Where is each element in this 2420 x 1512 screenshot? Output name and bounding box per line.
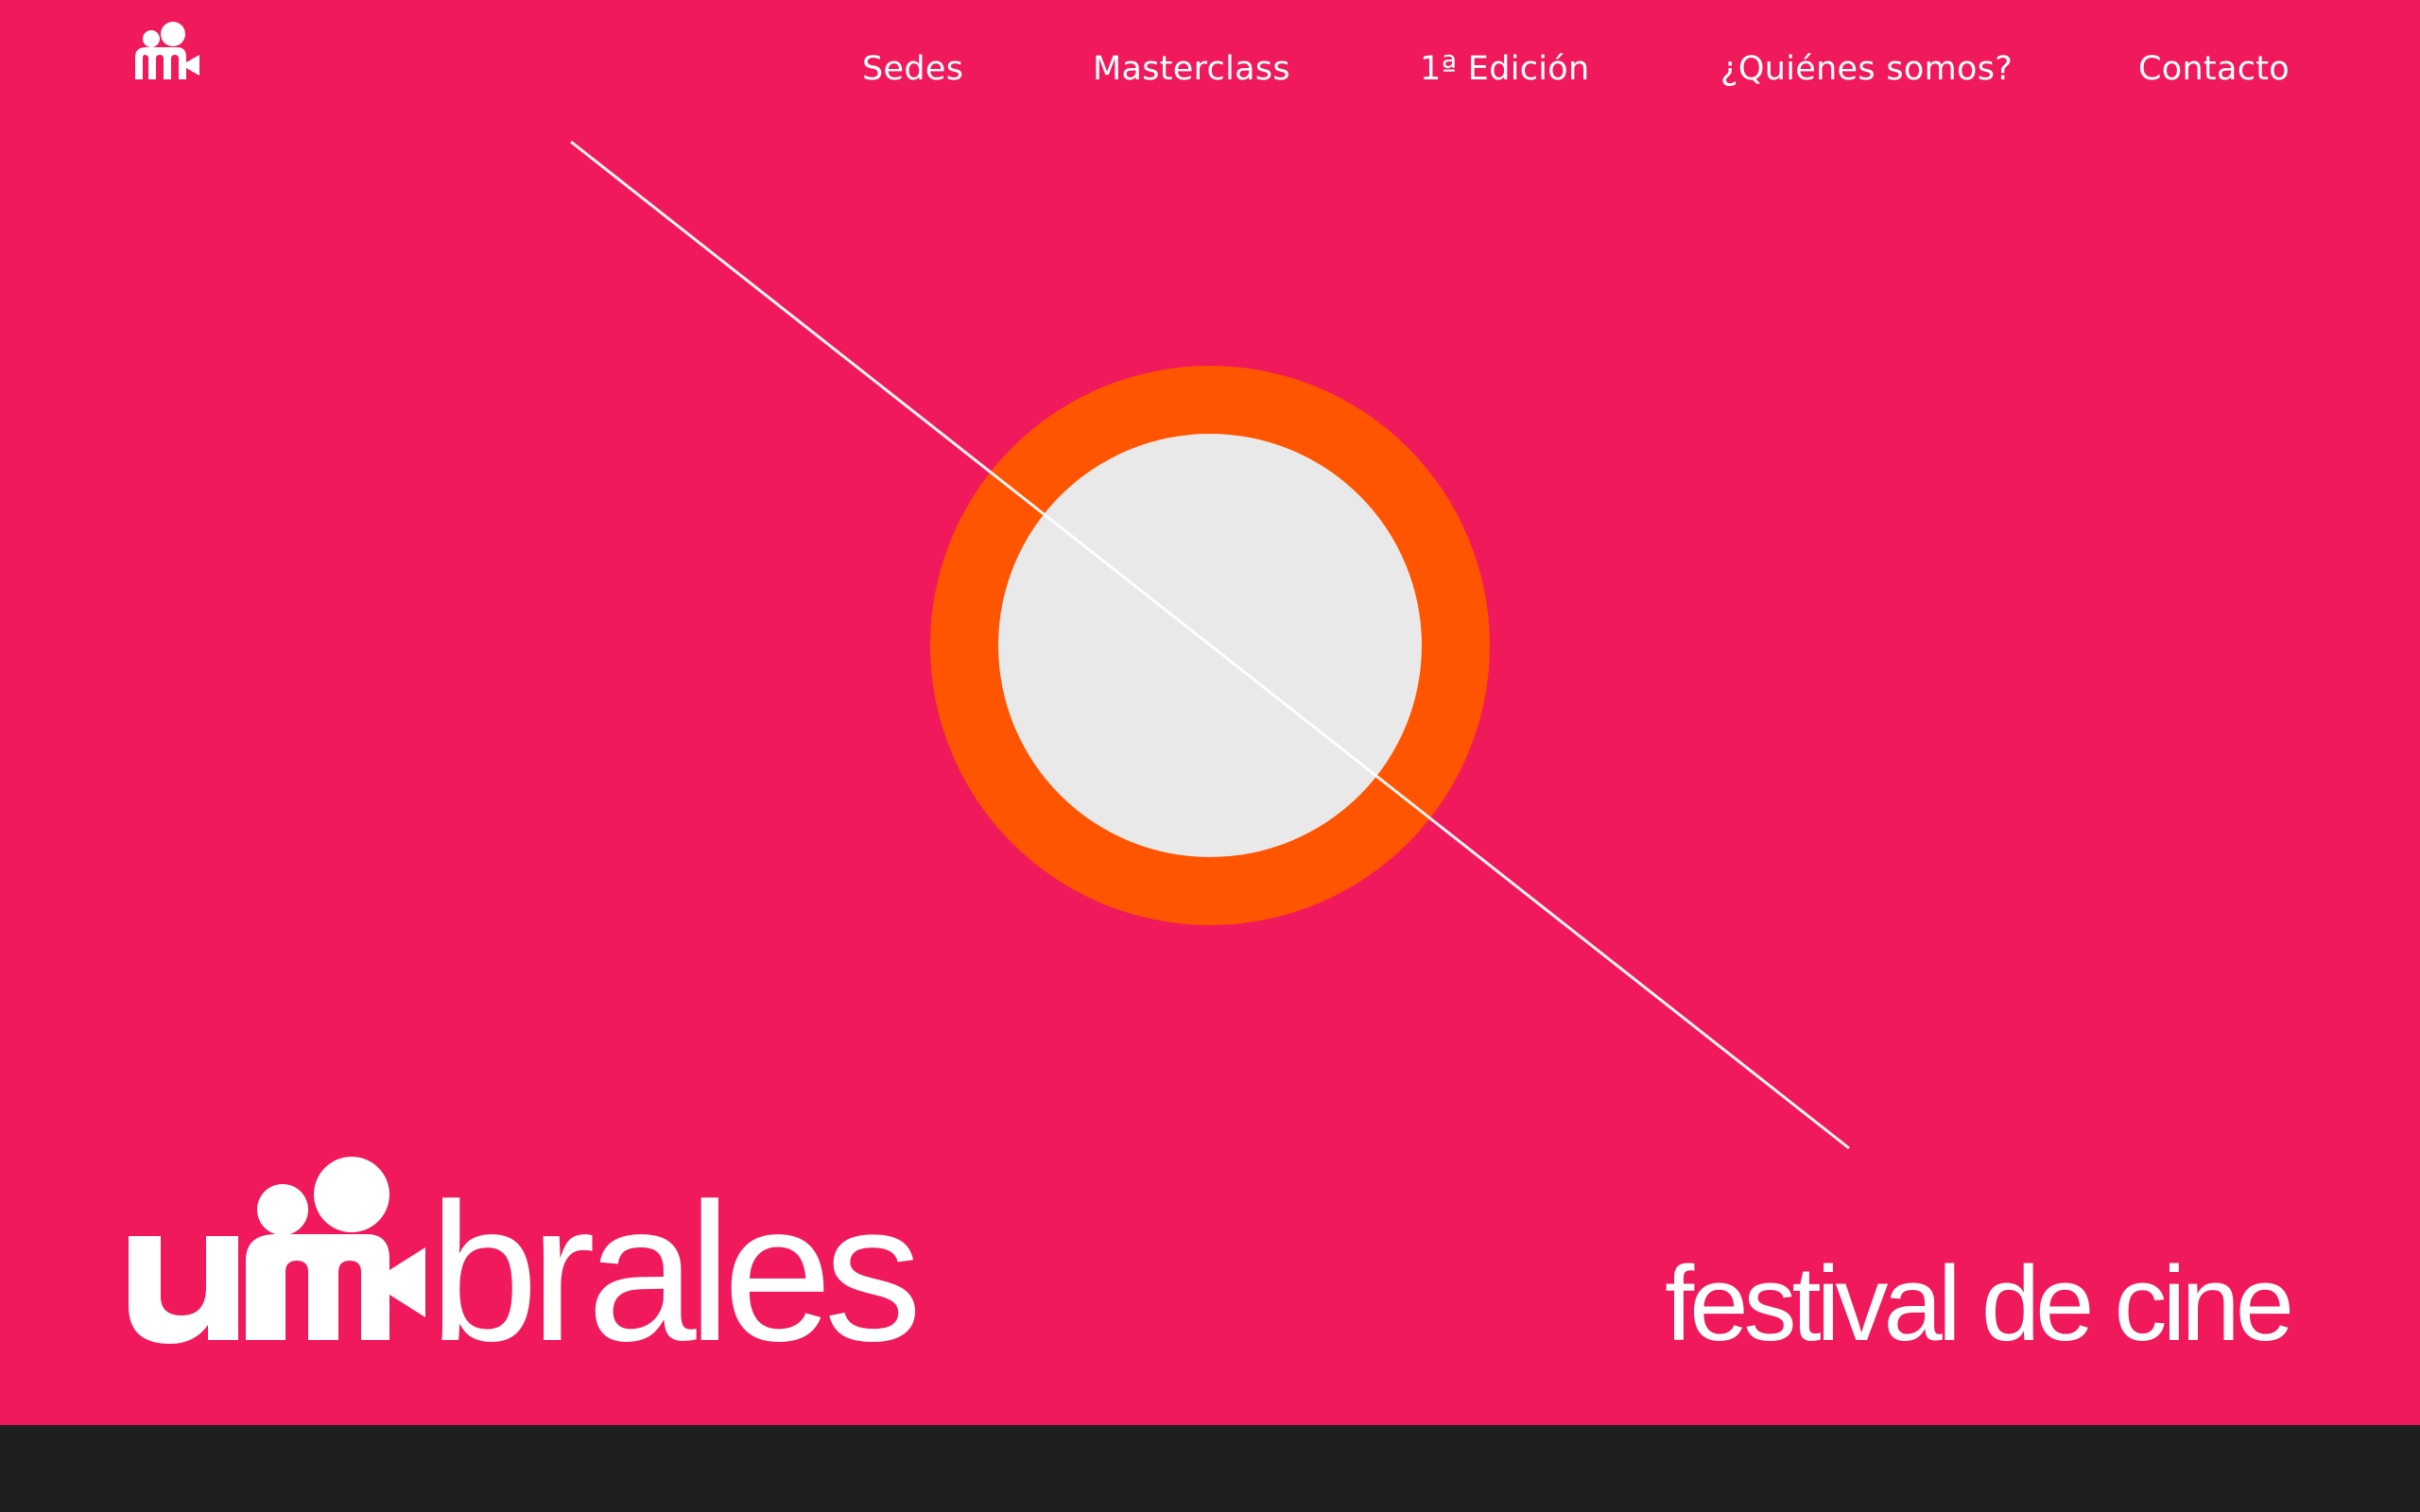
festival-tagline: festival de cine [1665,1245,2294,1363]
wordmark-text: brales [429,1163,916,1344]
hero-section: Sedes Masterclass 1ª Edición ¿Quiénes so… [0,0,2420,1425]
diagonal-light-line [570,140,1850,1150]
footer-band [0,1425,2420,1512]
umbrales-wordmark: brales [129,1157,925,1344]
